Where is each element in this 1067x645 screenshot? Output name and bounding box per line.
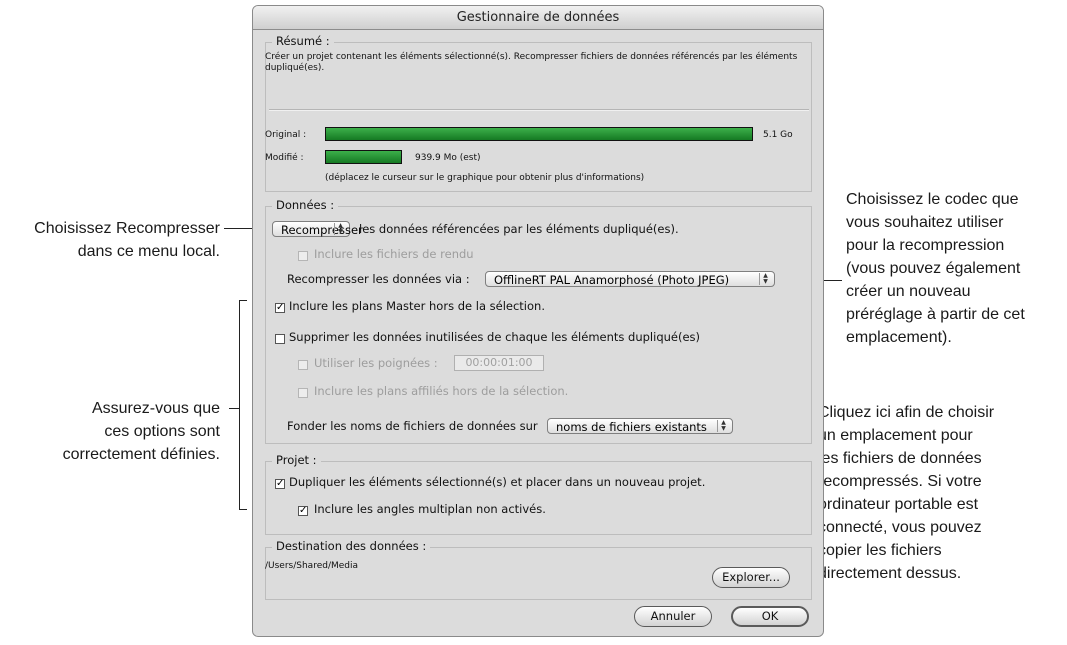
project-label: Projet :	[272, 453, 321, 467]
include-master-clips-checkbox[interactable]: ✓	[275, 303, 285, 313]
callout-codec: Choisissez le codec que vous souhaitez u…	[846, 188, 1066, 349]
popup-arrows-icon: ▲ ▼	[334, 223, 346, 235]
include-multiclip-checkbox[interactable]: ✓	[298, 506, 308, 516]
callout-line: préréglage à partir de cet	[846, 306, 1025, 323]
popup-arrows-icon: ▲ ▼	[717, 420, 729, 432]
delete-unused-label: Supprimer les données inutilisées de cha…	[289, 330, 701, 344]
callout-line: Assurez-vous que	[91, 400, 220, 417]
callout-line: pour la recompression	[846, 237, 1005, 254]
base-names-popup-value: noms de fichiers existants	[556, 420, 707, 434]
use-handles-label: Utiliser les poignées :	[314, 356, 438, 370]
original-size-bar[interactable]	[325, 127, 753, 141]
options-bracket-bottom	[239, 509, 247, 510]
callout-line: Choisissez le codec que	[846, 191, 1019, 208]
callout-line: Cliquez ici afin de choisir	[818, 404, 995, 421]
summary-divider	[269, 109, 809, 111]
callout-line: (vous pouvez également	[846, 260, 1021, 277]
destination-label: Destination des données :	[272, 539, 431, 553]
duplicate-items-checkbox[interactable]: ✓	[275, 479, 285, 489]
callout-destination: Cliquez ici afin de choisir un emplaceme…	[818, 401, 1066, 585]
include-affiliate-clips-checkbox[interactable]	[298, 388, 308, 398]
codec-popup[interactable]: OfflineRT PAL Anamorphosé (Photo JPEG) ▲…	[485, 271, 775, 287]
options-bracket-vertical	[239, 300, 240, 510]
popup-arrows-icon: ▲ ▼	[759, 273, 771, 285]
original-label: Original :	[265, 130, 307, 140]
codec-popup-value: OfflineRT PAL Anamorphosé (Photo JPEG)	[494, 273, 730, 287]
include-multiclip-label: Inclure les angles multiplan non activés…	[314, 502, 546, 516]
callout-line: Choisissez Recompresser	[34, 220, 220, 237]
callout-recompress: Choisissez Recompresser dans ce menu loc…	[0, 217, 220, 263]
modified-label: Modifié :	[265, 153, 304, 163]
base-names-popup[interactable]: noms de fichiers existants ▲ ▼	[547, 418, 733, 434]
callout-line: dans ce menu local.	[77, 243, 220, 260]
callout-line: directement dessus.	[818, 565, 962, 582]
callout-line: ces options sont	[104, 423, 220, 440]
project-group: Projet : ✓ Dupliquer les éléments sélect…	[265, 453, 812, 535]
action-suffix: les données référencées par les éléments…	[359, 222, 679, 236]
action-popup[interactable]: Recompresser ▲ ▼	[272, 221, 363, 237]
action-popup-value: Recompresser	[281, 223, 363, 237]
original-size-value: 5.1 Go	[763, 130, 793, 140]
handles-field[interactable]: 00:00:01:00	[454, 355, 544, 371]
cancel-button[interactable]: Annuler	[634, 606, 712, 627]
callout-line: vous souhaitez utiliser	[846, 214, 1004, 231]
ok-button[interactable]: OK	[731, 606, 809, 627]
modified-size-value: 939.9 Mo (est)	[415, 153, 481, 163]
media-label: Données :	[272, 198, 339, 212]
callout-line: un emplacement pour	[818, 427, 973, 444]
modified-size-bar[interactable]	[325, 150, 402, 164]
callout-options: Assurez-vous que ces options sont correc…	[0, 397, 220, 466]
media-manager-dialog: Gestionnaire de données Résumé : Créer u…	[252, 5, 824, 637]
include-render-files-label: Inclure les fichiers de rendu	[314, 247, 474, 261]
destination-path: /Users/Shared/Media	[265, 561, 359, 571]
callout-line: correctement définies.	[62, 446, 220, 463]
browse-button[interactable]: Explorer...	[712, 567, 790, 588]
summary-description-line: Créer un projet contenant les éléments s…	[265, 52, 798, 62]
base-names-label: Fonder les noms de fichiers de données s…	[287, 419, 538, 433]
destination-group: Destination des données : /Users/Shared/…	[265, 539, 812, 600]
callout-line: emplacement).	[846, 329, 952, 346]
use-handles-checkbox[interactable]	[298, 360, 308, 370]
callout-line: les fichiers de données	[818, 450, 982, 467]
delete-unused-checkbox[interactable]	[275, 334, 285, 344]
include-master-clips-label: Inclure les plans Master hors de la séle…	[289, 299, 545, 313]
options-bracket-tick	[229, 408, 239, 409]
duplicate-items-label: Dupliquer les éléments sélectionné(s) et…	[289, 475, 706, 489]
options-bracket-top	[239, 300, 247, 301]
callout-line: copier les fichiers	[818, 542, 942, 559]
include-render-files-checkbox[interactable]	[298, 251, 308, 261]
callout-line: ordinateur portable est	[818, 496, 979, 513]
summary-description: Créer un projet contenant les éléments s…	[265, 52, 810, 74]
include-affiliate-clips-label: Inclure les plans affiliés hors de la sé…	[314, 384, 569, 398]
graph-hint: (déplacez le curseur sur le graphique po…	[325, 173, 645, 183]
summary-group: Résumé : Créer un projet contenant les é…	[265, 34, 812, 192]
callout-line: créer un nouveau	[846, 283, 971, 300]
summary-description-line: dupliqué(es).	[265, 63, 325, 73]
window-title: Gestionnaire de données	[253, 6, 823, 30]
recompress-via-label: Recompresser les données via :	[287, 272, 470, 286]
media-group: Données : Recompresser ▲ ▼ les données ré…	[265, 198, 812, 444]
callout-line: connecté, vous pouvez	[818, 519, 982, 536]
summary-label: Résumé :	[272, 34, 334, 48]
callout-line: recompressés. Si votre	[818, 473, 982, 490]
